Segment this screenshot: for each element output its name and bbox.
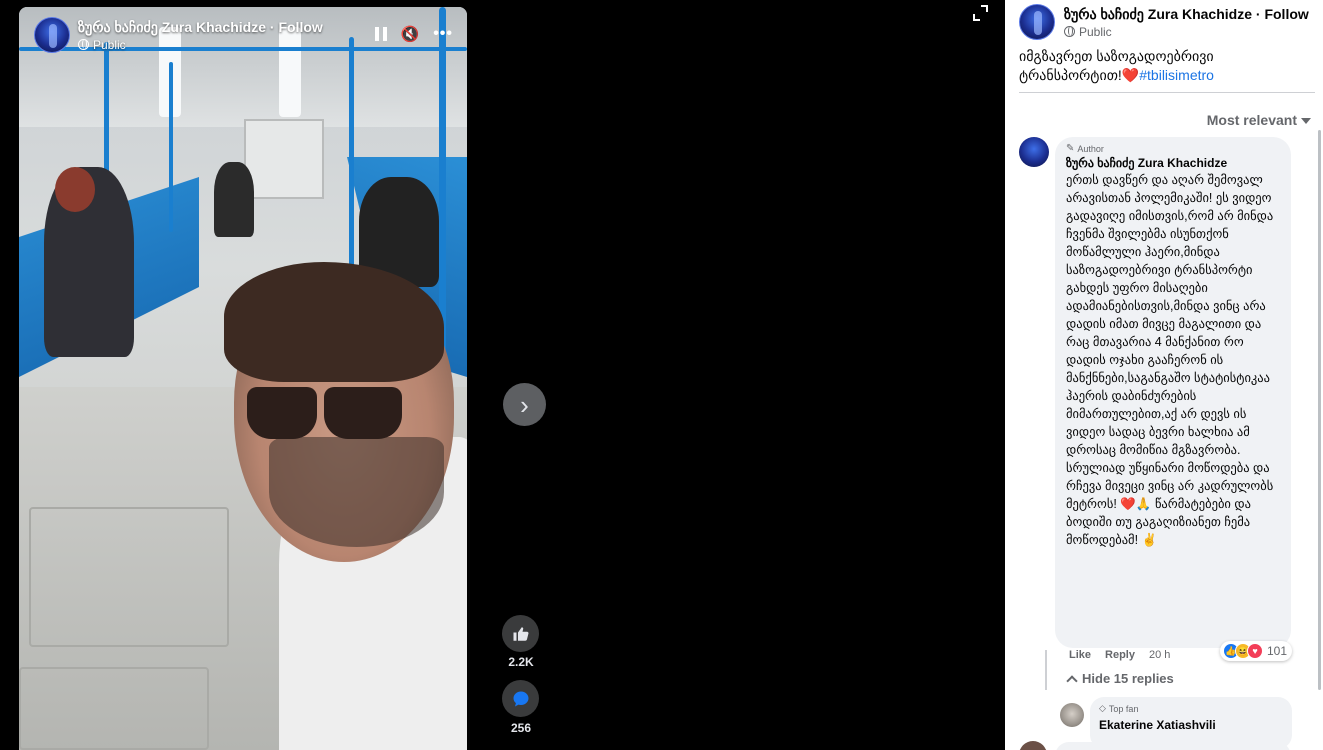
like-icon bbox=[513, 626, 528, 641]
video-controls: 🔇 ••• bbox=[374, 25, 454, 43]
comment-button[interactable] bbox=[502, 680, 539, 717]
like-button[interactable] bbox=[502, 615, 539, 652]
post-caption: იმგზავრეთ საზოგადოებრივი ტრანსპორტით!❤️#… bbox=[1019, 47, 1304, 85]
floor-panel bbox=[19, 667, 209, 750]
chevron-up-icon bbox=[1066, 674, 1078, 687]
hashtag-link[interactable]: #tbilisimetro bbox=[1139, 67, 1214, 83]
scrollbar[interactable] bbox=[1318, 130, 1321, 690]
reaction-count: 101 bbox=[1267, 644, 1288, 658]
video-author-header: ზურა ხაჩიძე Zura Khachidze · Follow Publ… bbox=[34, 17, 323, 53]
car-door bbox=[244, 119, 324, 199]
next-comment-bubble bbox=[1055, 742, 1291, 750]
passenger bbox=[214, 162, 254, 237]
author-avatar[interactable] bbox=[1019, 4, 1055, 40]
follow-link[interactable]: · Follow bbox=[1256, 6, 1309, 22]
video-player[interactable]: ზურა ხაჩიძე Zura Khachidze · Follow Publ… bbox=[19, 7, 467, 750]
top-fan-badge: Top fan bbox=[1108, 703, 1139, 714]
audience-label: Public bbox=[93, 37, 126, 52]
hide-replies-label: Hide 15 replies bbox=[1082, 671, 1174, 686]
hide-replies-button[interactable]: Hide 15 replies bbox=[1066, 671, 1174, 687]
post-author-header: ზურა ხაჩიძე Zura Khachidze · Follow Publ… bbox=[1019, 4, 1309, 40]
caret-down-icon bbox=[1301, 118, 1311, 124]
man-beard bbox=[269, 437, 444, 547]
follow-link[interactable]: · Follow bbox=[270, 19, 323, 35]
next-video-button[interactable]: › bbox=[503, 383, 546, 426]
fullscreen-icon[interactable] bbox=[973, 5, 991, 23]
handrail-pole bbox=[169, 62, 173, 232]
pencil-icon: ✎ bbox=[1066, 143, 1075, 154]
comments-count: 256 bbox=[510, 721, 532, 735]
diamond-icon: ◇ bbox=[1099, 703, 1106, 713]
handrail-pole bbox=[349, 37, 354, 267]
divider bbox=[1019, 92, 1315, 93]
audience-label: Public bbox=[1079, 24, 1112, 39]
globe-icon bbox=[78, 39, 89, 50]
reply-avatar[interactable] bbox=[1060, 703, 1084, 727]
pause-icon[interactable] bbox=[374, 27, 387, 41]
heart-emoji: ❤️ bbox=[1121, 67, 1140, 83]
globe-icon bbox=[1064, 26, 1075, 37]
comment-time[interactable]: 20 h bbox=[1149, 649, 1170, 661]
author-name[interactable]: ზურა ხაჩიძე Zura Khachidze bbox=[1064, 6, 1252, 22]
passenger-head bbox=[55, 167, 95, 212]
post-side-panel: ზურა ხაჩიძე Zura Khachidze · Follow Publ… bbox=[1005, 0, 1323, 750]
commenter-avatar[interactable] bbox=[1019, 137, 1049, 167]
comment-reply-button[interactable]: Reply bbox=[1105, 649, 1135, 661]
comment-bubble: ✎ Author ზურა ხაჩიძე Zura Khachidze ერთს… bbox=[1055, 137, 1291, 648]
love-reaction-icon: ♥ bbox=[1247, 643, 1263, 659]
commenter-name[interactable]: ზურა ხაჩიძე Zura Khachidze bbox=[1066, 156, 1280, 170]
comment-actions: Like Reply 20 h bbox=[1069, 649, 1170, 661]
comment-text: ერთს დავწერ და აღარ შემოვალ არავისთან პო… bbox=[1066, 173, 1274, 547]
author-badge: Author bbox=[1077, 143, 1104, 154]
more-icon[interactable]: ••• bbox=[433, 25, 453, 43]
video-viewer: ზურა ხაჩიძე Zura Khachidze · Follow Publ… bbox=[0, 0, 1005, 750]
comment-icon bbox=[513, 691, 528, 706]
comment-reactions[interactable]: 👍 😆 ♥ 101 bbox=[1220, 641, 1293, 661]
likes-count: 2.2K bbox=[508, 655, 534, 669]
chevron-right-icon: › bbox=[520, 389, 529, 420]
sort-label: Most relevant bbox=[1206, 112, 1297, 128]
author-name[interactable]: ზურა ხაჩიძე Zura Khachidze bbox=[78, 19, 266, 35]
sunglasses-right bbox=[324, 387, 402, 439]
author-avatar[interactable] bbox=[34, 17, 70, 53]
thread-line bbox=[1045, 650, 1047, 690]
floor-panel bbox=[29, 507, 229, 647]
sunglasses-left bbox=[247, 387, 317, 439]
comment-like-button[interactable]: Like bbox=[1069, 649, 1091, 661]
mute-icon[interactable]: 🔇 bbox=[401, 25, 420, 43]
reply-name[interactable]: Ekaterine Xatiashvili bbox=[1099, 718, 1283, 732]
comment-sort-dropdown[interactable]: Most relevant bbox=[1207, 112, 1311, 128]
